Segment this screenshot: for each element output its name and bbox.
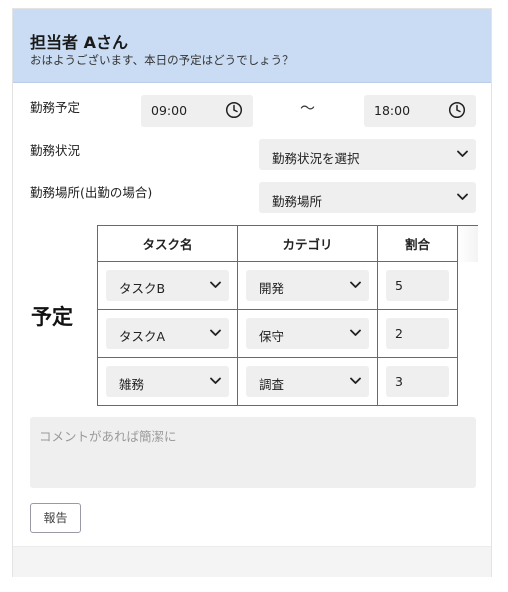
clock-icon[interactable] [448,101,466,119]
category-cell: 保守 [237,309,378,358]
ratio-input-value: 3 [395,374,403,389]
task-select-value: タスクA [119,329,166,344]
comment-textarea[interactable]: コメントがあれば簡潔に [30,417,476,488]
comment-placeholder: コメントがあれば簡潔に [39,429,177,444]
time-range-separator: ～ [300,99,316,117]
report-card: 担当者 Aさん おはようございます、本日の予定はどうでしょう？ 勤務予定 09:… [12,8,492,577]
task-select-value: タスクB [119,281,166,296]
task-select-value: 雑務 [119,377,145,392]
task-cell: 雑務 [97,357,238,406]
start-time-value: 09:00 [151,103,188,118]
chevron-down-icon [210,281,221,288]
ratio-cell: 2 [377,309,458,358]
task-select[interactable]: 雑務 [106,366,229,397]
task-select[interactable]: タスクA [106,318,229,349]
category-select[interactable]: 開発 [246,270,369,301]
task-table: タスク名 カテゴリ 割合 タスクB 開発 5 タスクA 保守 2 雑務 調査 3 [97,225,478,406]
table-row: タスクB 開発 5 [97,261,478,310]
category-cell: 調査 [237,357,378,406]
work-status-select[interactable]: 勤務状況を選択 [259,139,476,170]
category-select-value: 開発 [259,281,285,296]
chevron-down-icon [350,281,361,288]
task-cell: タスクA [97,309,238,358]
category-select[interactable]: 保守 [246,318,369,349]
table-row: タスクA 保守 2 [97,309,478,358]
ratio-input-value: 5 [395,278,403,293]
table-row: 雑務 調査 3 [97,357,478,406]
ratio-input[interactable]: 2 [386,318,449,349]
greeting-text: おはようございます、本日の予定はどうでしょう？ [30,53,294,67]
work-status-selected: 勤務状況を選択 [272,151,360,166]
task-table-header: タスク名 カテゴリ 割合 [97,225,478,262]
work-status-label: 勤務状況 [30,143,81,158]
card-footer [13,546,491,577]
column-header-task: タスク名 [97,225,238,262]
start-time-input[interactable]: 09:00 [141,95,253,127]
column-header-ratio: 割合 [377,225,458,262]
column-header-category: カテゴリ [237,225,378,262]
ratio-input-value: 2 [395,326,403,341]
chevron-down-icon [210,377,221,384]
chevron-down-icon [457,193,468,200]
chevron-down-icon [210,329,221,336]
work-location-selected: 勤務場所 [272,194,323,209]
chevron-down-icon [457,150,468,157]
work-location-select[interactable]: 勤務場所 [259,182,476,213]
clock-icon[interactable] [225,101,243,119]
ratio-cell: 3 [377,357,458,406]
ratio-cell: 5 [377,261,458,310]
category-select[interactable]: 調査 [246,366,369,397]
end-time-input[interactable]: 18:00 [364,95,476,127]
task-select[interactable]: タスクB [106,270,229,301]
category-select-value: 保守 [259,329,285,344]
report-button[interactable]: 報告 [30,503,81,533]
ratio-input[interactable]: 5 [386,270,449,301]
page: 担当者 Aさん おはようございます、本日の予定はどうでしょう？ 勤務予定 09:… [0,0,508,592]
task-cell: タスクB [97,261,238,310]
column-header-overflow [457,225,478,262]
ratio-input[interactable]: 3 [386,366,449,397]
work-schedule-label: 勤務予定 [30,100,81,115]
category-cell: 開発 [237,261,378,310]
chevron-down-icon [350,377,361,384]
end-time-value: 18:00 [374,103,411,118]
work-location-label: 勤務場所(出勤の場合) [30,185,153,200]
staff-title: 担当者 Aさん [30,33,128,52]
chevron-down-icon [350,329,361,336]
category-select-value: 調査 [259,377,285,392]
plan-heading: 予定 [31,305,73,329]
card-header: 担当者 Aさん おはようございます、本日の予定はどうでしょう？ [13,9,491,83]
